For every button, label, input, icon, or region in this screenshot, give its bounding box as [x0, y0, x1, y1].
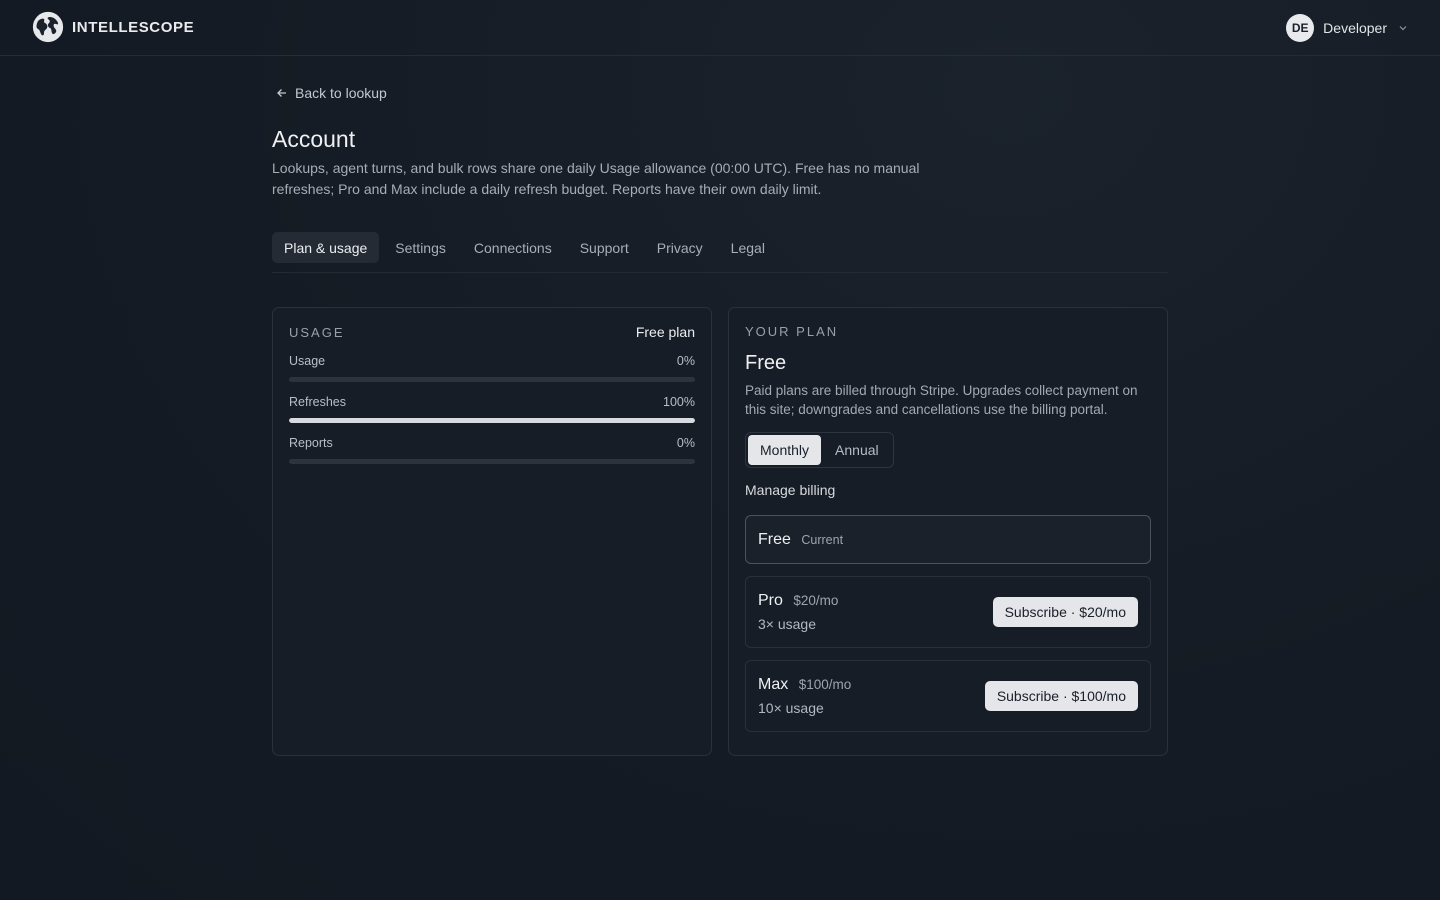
usage-heading: USAGE [289, 324, 345, 340]
account-page: Back to lookup Account Lookups, agent tu… [272, 80, 1168, 756]
arrow-left-icon [277, 89, 286, 97]
refreshes-meter: Refreshes 100% [289, 395, 695, 423]
tier-name: Pro [758, 592, 783, 609]
subscribe-pro-button[interactable]: Subscribe · $20/mo [992, 597, 1138, 627]
billing-cycle-toggle: Monthly Annual [745, 432, 894, 468]
user-name: Developer [1323, 20, 1387, 36]
current-plan-name: Free [745, 352, 787, 374]
subscribe-max-button[interactable]: Subscribe · $100/mo [984, 681, 1138, 711]
back-to-lookup-link[interactable]: Back to lookup [276, 80, 1168, 106]
reports-meter: Reports 0% [289, 436, 695, 464]
current-badge: Current [801, 532, 844, 547]
progress-bar [289, 377, 695, 382]
tier-detail: 10× usage [758, 700, 824, 716]
tab-support[interactable]: Support [568, 232, 641, 263]
meter-label: Usage [289, 354, 326, 368]
progress-bar [289, 418, 695, 423]
tab-privacy[interactable]: Privacy [645, 232, 715, 263]
user-menu[interactable]: DE Developer [1286, 14, 1408, 42]
page-description: Lookups, agent turns, and bulk rows shar… [272, 160, 920, 197]
tab-bar: Plan & usage Settings Connections Suppor… [272, 232, 1168, 273]
tier-max: Max $100/mo 10× usage Subscribe · $100/m… [745, 660, 1151, 732]
monthly-option[interactable]: Monthly [748, 435, 822, 465]
top-bar: INTELLESCOPE DE Developer [0, 0, 1440, 56]
tier-name: Free [758, 530, 791, 548]
meter-value: 0% [676, 354, 695, 368]
meter-value: 100% [663, 395, 695, 409]
plan-description: Paid plans are billed through Stripe. Up… [745, 383, 1138, 417]
progress-bar [289, 459, 695, 464]
plan-tag: Free plan [635, 324, 695, 340]
tier-detail: 3× usage [758, 616, 816, 632]
meter-label: Reports [289, 436, 333, 450]
annual-option[interactable]: Annual [823, 435, 891, 465]
meter-label: Refreshes [289, 395, 346, 409]
manage-billing-link[interactable]: Manage billing [745, 482, 1151, 498]
tier-pro: Pro $20/mo 3× usage Subscribe · $20/mo [745, 576, 1151, 648]
plan-heading: YOUR PLAN [745, 324, 839, 339]
usage-card: USAGE Free plan Usage 0% Refreshes 100% [272, 307, 712, 756]
tier-price: $20/mo [793, 593, 839, 608]
tier-price: $100/mo [798, 677, 852, 692]
plan-card: YOUR PLAN Free Paid plans are billed thr… [728, 307, 1168, 756]
tier-name: Max [758, 676, 789, 693]
tab-legal[interactable]: Legal [719, 232, 777, 263]
brand[interactable]: INTELLESCOPE [32, 11, 194, 43]
tab-plan-usage[interactable]: Plan & usage [272, 232, 380, 263]
avatar: DE [1286, 14, 1315, 42]
tab-connections[interactable]: Connections [462, 232, 564, 263]
page-title: Account [272, 126, 356, 152]
tier-free: Free Current [745, 515, 1151, 564]
globe-icon [32, 11, 64, 43]
tab-settings[interactable]: Settings [383, 232, 458, 263]
usage-meter: Usage 0% [289, 354, 695, 382]
chevron-down-icon [1399, 26, 1407, 31]
progress-fill [289, 418, 695, 423]
cards-row: USAGE Free plan Usage 0% Refreshes 100% [272, 307, 1168, 756]
back-label: Back to lookup [295, 85, 387, 101]
brand-name: INTELLESCOPE [72, 18, 195, 36]
meter-value: 0% [676, 436, 695, 450]
